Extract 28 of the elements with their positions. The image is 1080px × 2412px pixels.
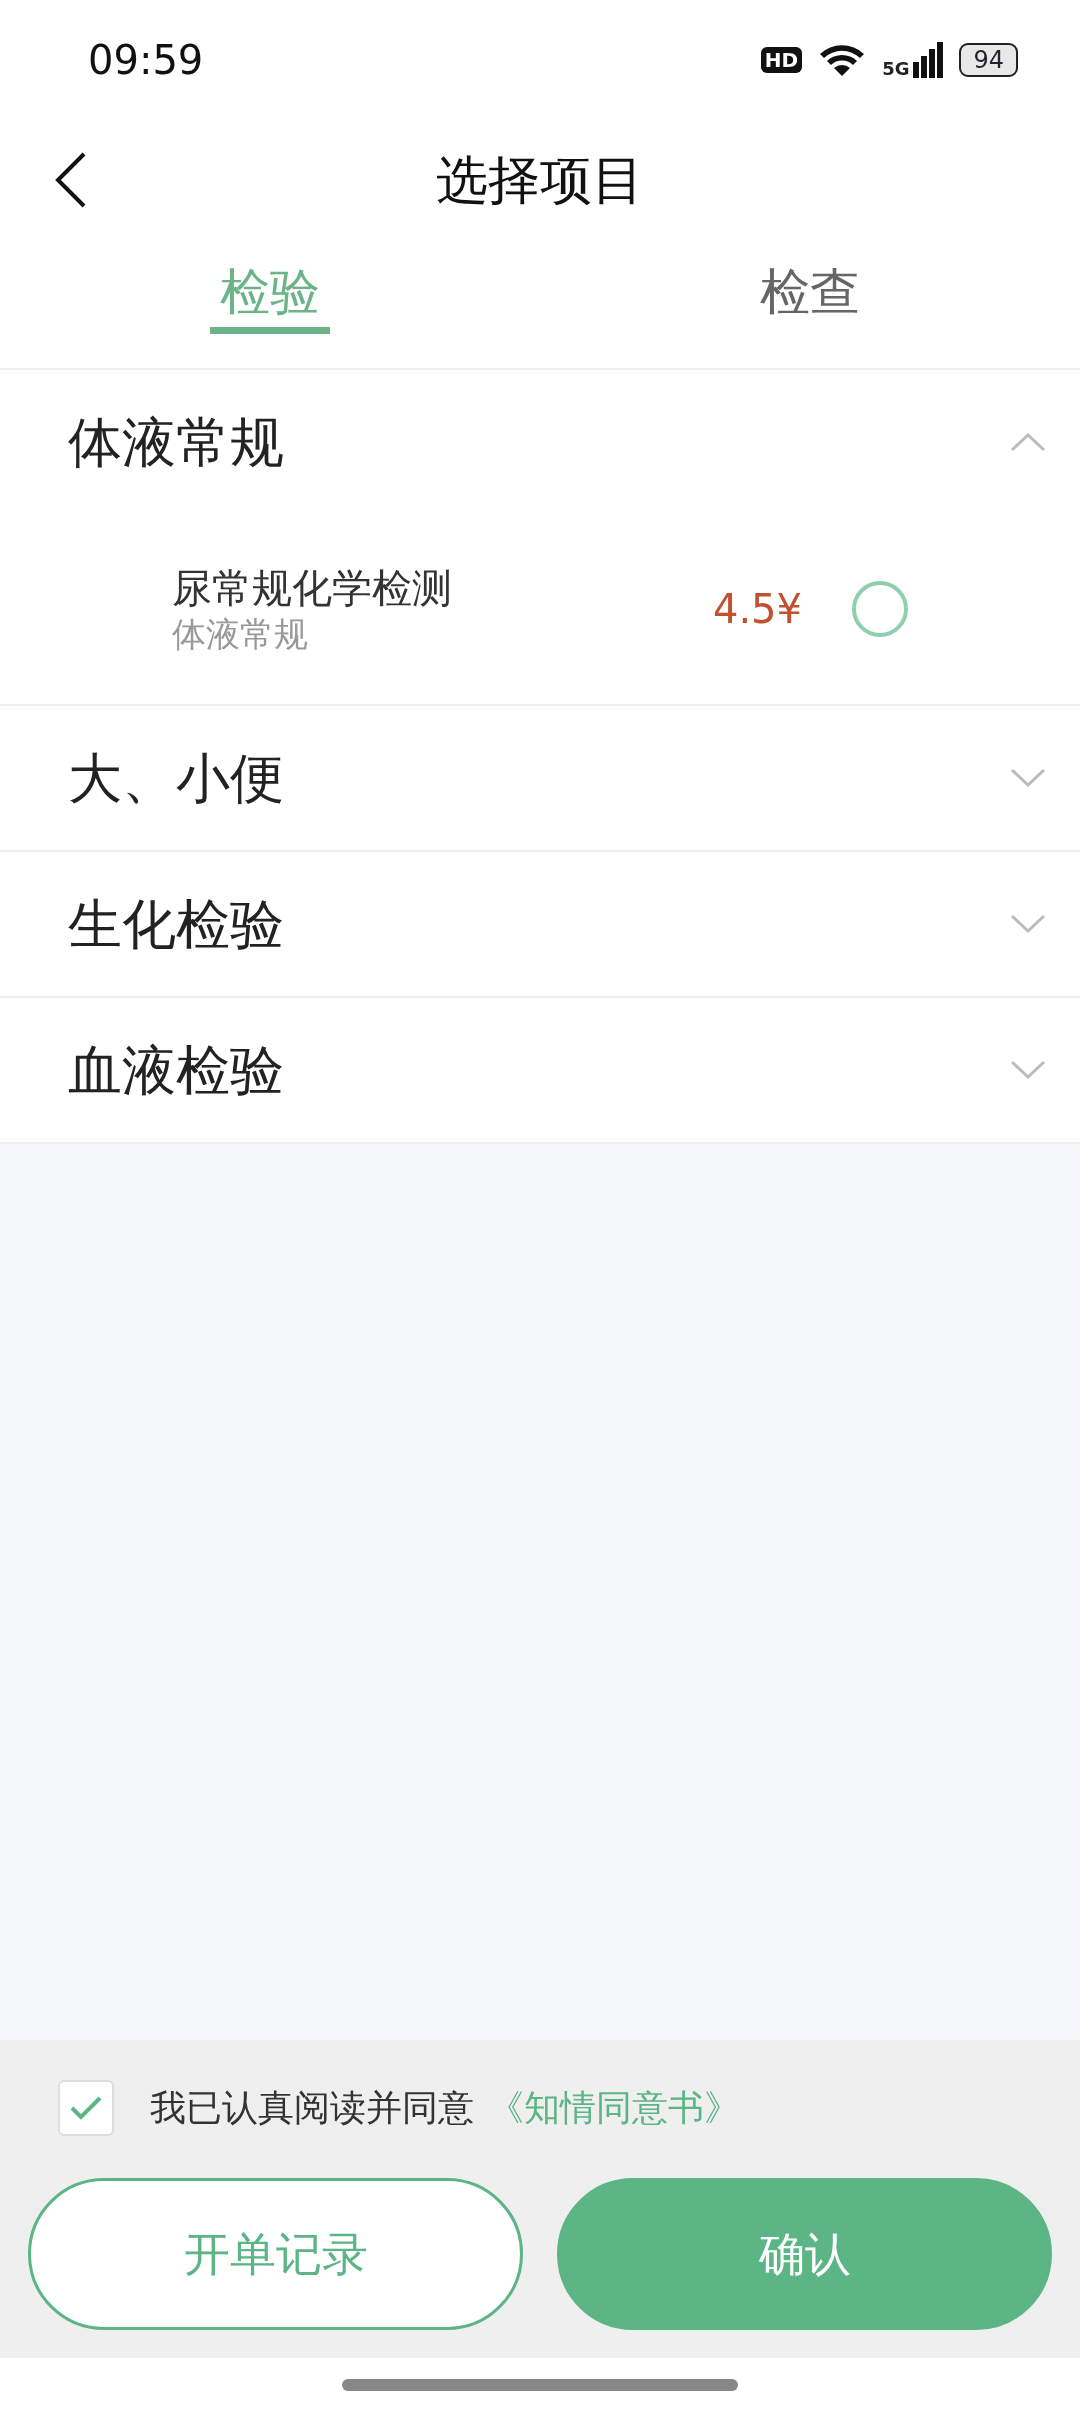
check-icon [69, 2095, 103, 2121]
consent-link[interactable]: 《知情同意书》 [488, 2081, 740, 2135]
section-title: 大、小便 [68, 745, 284, 812]
home-indicator[interactable] [342, 2379, 738, 2391]
battery-level: 94 [959, 43, 1018, 77]
chevron-icon[interactable] [1010, 768, 1046, 788]
chevron-icon[interactable] [1010, 1060, 1046, 1080]
status-time: 09:59 [88, 36, 204, 85]
section-title: 体液常规 [68, 409, 284, 476]
radio-button[interactable] [852, 581, 908, 637]
page-title: 选择项目 [436, 149, 644, 212]
item-category: 体液常规 [172, 612, 309, 656]
tab[interactable]: 检验 [210, 260, 330, 334]
hd-indicator: HD [760, 47, 803, 73]
network-type: 5G [882, 60, 910, 78]
confirm-button[interactable]: 确认 [557, 2178, 1052, 2330]
chevron-icon[interactable] [1010, 914, 1046, 934]
item-price: 4.5¥ [712, 585, 802, 634]
consent-text: 我已认真阅读并同意 [150, 2086, 474, 2130]
signal-icon [913, 42, 944, 78]
chevron-icon[interactable] [1010, 432, 1046, 452]
consent-checkbox[interactable] [58, 2080, 114, 2136]
records-button[interactable]: 开单记录 [28, 2178, 523, 2330]
item-name: 尿常规化学检测 [172, 563, 453, 613]
section-title: 血液检验 [68, 1037, 284, 1104]
wifi-icon [818, 42, 867, 78]
tab[interactable]: 检查 [750, 260, 870, 334]
section-title: 生化检验 [68, 891, 284, 958]
